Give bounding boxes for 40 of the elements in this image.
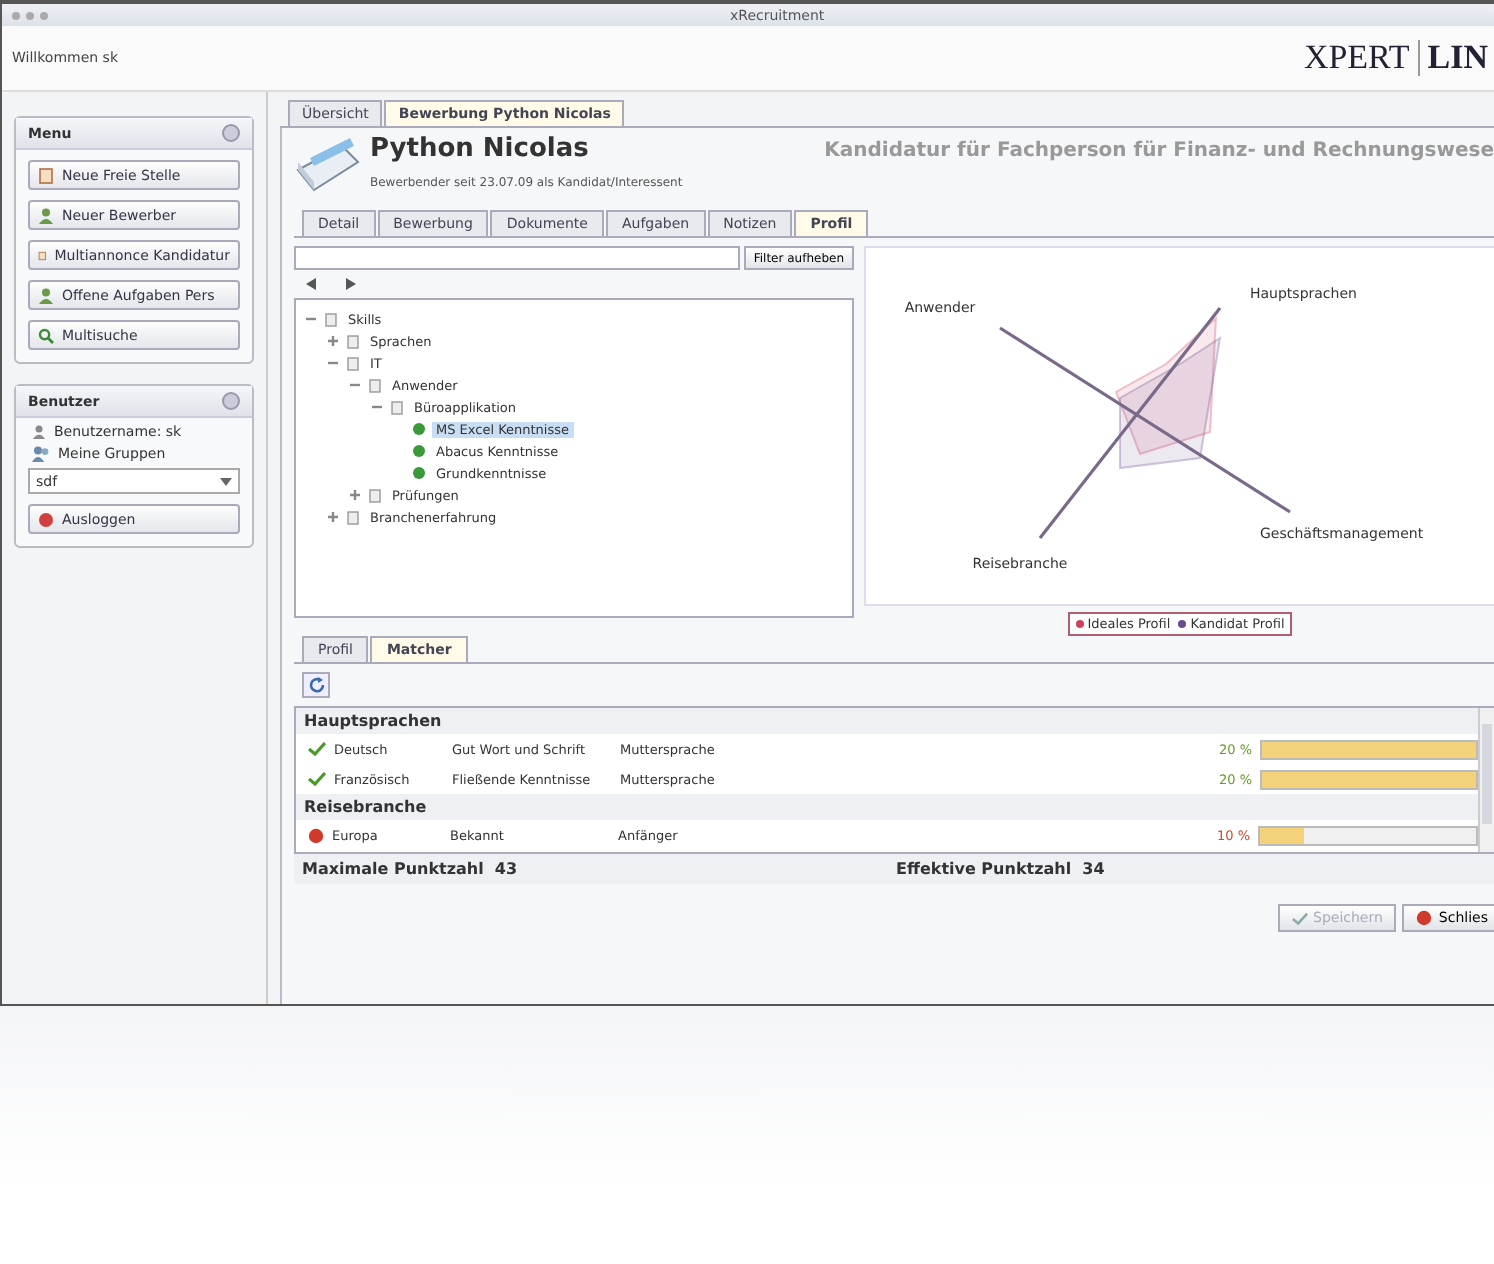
- document-icon: [38, 167, 54, 183]
- collapse-toggle-icon[interactable]: [348, 378, 362, 392]
- leaf-dot-icon: [412, 422, 426, 436]
- collapse-icon[interactable]: [222, 392, 240, 410]
- people-icon: [32, 446, 50, 462]
- collapse-toggle-icon[interactable]: [370, 400, 384, 414]
- candidate-profile-area: [1119, 335, 1222, 470]
- scrollbar[interactable]: [1478, 708, 1494, 852]
- window-controls-icon[interactable]: [10, 9, 54, 21]
- leaf-dot-icon: [412, 444, 426, 458]
- dropdown-arrow-icon: [220, 477, 232, 485]
- max-score-text: Maximale Punktzahl 43: [302, 860, 520, 878]
- effective-score-text: Effektive Punktzahl 34: [896, 860, 1107, 878]
- refresh-icon: [307, 676, 325, 694]
- person-icon: [38, 287, 54, 303]
- expand-toggle-icon[interactable]: [326, 334, 340, 348]
- notebook-icon: [294, 134, 362, 194]
- position-title: Kandidatur für Fachperson für Finanz- und Rechnungswese: [824, 140, 1494, 162]
- group-heading: Reisebranche: [296, 794, 1478, 820]
- candidate-name: Python Nicolas: [370, 134, 589, 164]
- close-icon: [1416, 910, 1433, 926]
- check-icon: [1291, 911, 1307, 925]
- forward-arrow-icon[interactable]: [340, 278, 356, 290]
- person-icon: [38, 207, 54, 223]
- power-icon: [38, 511, 54, 527]
- collapse-toggle-icon[interactable]: [304, 312, 318, 326]
- person-icon: [32, 424, 46, 440]
- group-heading: Hauptsprachen: [296, 708, 1478, 734]
- logo-text: LIN: [1427, 38, 1488, 78]
- expand-toggle-icon[interactable]: [348, 488, 362, 502]
- expand-toggle-icon[interactable]: [326, 510, 340, 524]
- refresh-button[interactable]: [302, 672, 330, 698]
- leaf-dot-icon: [412, 466, 426, 480]
- logo-text: XPERT: [1303, 38, 1410, 78]
- filter-field[interactable]: [294, 246, 740, 270]
- collapse-icon[interactable]: [222, 124, 240, 142]
- document-icon: [38, 247, 47, 263]
- collapse-toggle-icon[interactable]: [326, 356, 340, 370]
- search-icon: [38, 327, 54, 343]
- back-arrow-icon[interactable]: [306, 278, 322, 290]
